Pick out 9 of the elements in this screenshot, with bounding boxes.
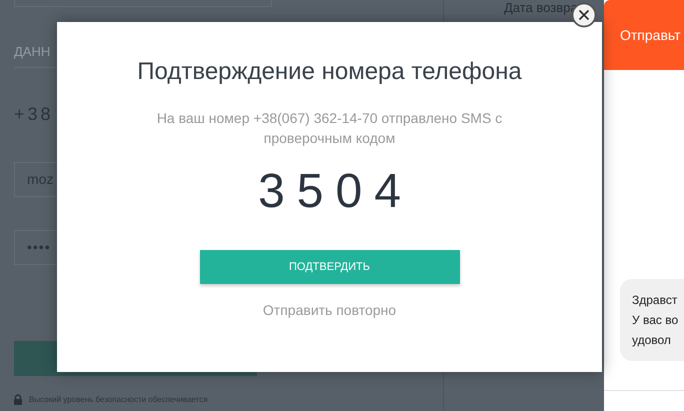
verification-code: 3504 bbox=[257, 164, 413, 220]
resend-link[interactable]: Отправить повторно bbox=[262, 302, 396, 318]
chat-title: Отправьт bbox=[620, 27, 681, 43]
confirm-button[interactable]: ПОДТВЕРДИТЬ bbox=[200, 250, 460, 284]
chat-message-line: У вас во bbox=[632, 312, 680, 329]
chat-message-line: удовол bbox=[632, 332, 672, 349]
chat-message-line: Здравст bbox=[632, 292, 678, 309]
lock-icon bbox=[14, 394, 22, 405]
dialog-message: На ваш номер +38(067) 362-14-70 отправлено SMS с проверочным кодом bbox=[156, 109, 504, 148]
